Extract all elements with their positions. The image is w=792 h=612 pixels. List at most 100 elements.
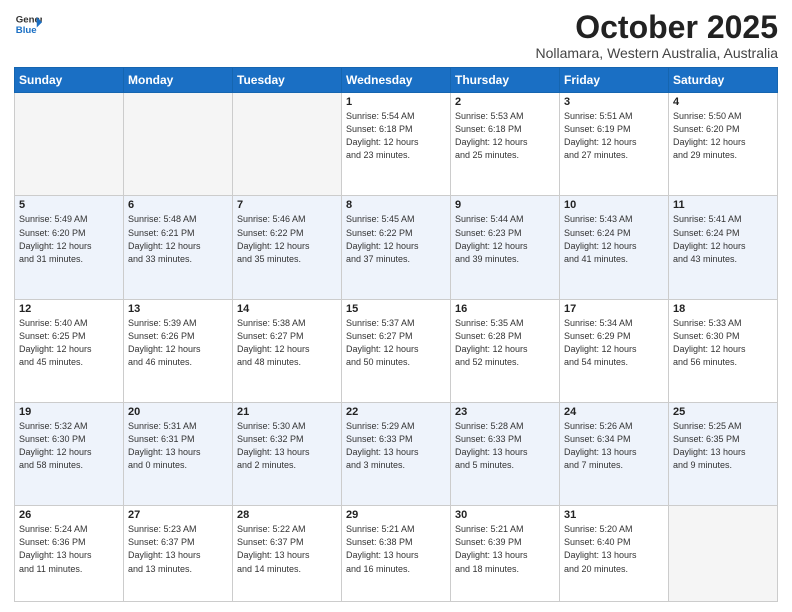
svg-text:Blue: Blue (16, 25, 37, 36)
calendar-table: Sunday Monday Tuesday Wednesday Thursday… (14, 67, 778, 602)
calendar-cell: 8 Sunrise: 5:45 AM Sunset: 6:22 PM Daylig… (342, 196, 451, 299)
calendar-cell: 22Sunrise: 5:29 AM Sunset: 6:33 PM Dayli… (342, 403, 451, 506)
day-number: 1 (346, 96, 446, 108)
calendar-cell: 11 Sunrise: 5:41 AM Sunset: 6:24 PM Dayli… (669, 196, 778, 299)
day-number: 20 (128, 406, 228, 418)
day-info: Sunrise: 5:53 AM Sunset: 6:18 PM Dayligh… (455, 110, 555, 162)
day-number: 23 (455, 406, 555, 418)
col-tuesday: Tuesday (233, 68, 342, 93)
day-info: Sunrise: 5:34 AM Sunset: 6:29 PM Dayligh… (564, 317, 664, 369)
col-saturday: Saturday (669, 68, 778, 93)
day-info: Sunrise: 5:41 AM Sunset: 6:24 PM Dayligh… (673, 213, 773, 265)
calendar-cell: 31 Sunrise: 5:20 AM Sunset: 6:40 PM Dayli… (560, 506, 669, 602)
calendar-cell: 1 Sunrise: 5:54 AM Sunset: 6:18 PM Daylig… (342, 93, 451, 196)
day-info: Sunrise: 5:20 AM Sunset: 6:40 PM Dayligh… (564, 523, 664, 575)
calendar-cell: 19 Sunrise: 5:32 AM Sunset: 6:30 PM Dayli… (15, 403, 124, 506)
day-number: 10 (564, 199, 664, 211)
day-info: Sunrise: 5:28 AM Sunset: 6:33 PM Dayligh… (455, 420, 555, 472)
calendar-week-1: 1 Sunrise: 5:54 AM Sunset: 6:18 PM Daylig… (15, 93, 778, 196)
day-info: Sunrise: 5:37 AM Sunset: 6:27 PM Dayligh… (346, 317, 446, 369)
calendar-cell: 18 Sunrise: 5:33 AM Sunset: 6:30 PM Dayli… (669, 299, 778, 402)
col-friday: Friday (560, 68, 669, 93)
location-title: Nollamara, Western Australia, Australia (535, 45, 778, 61)
day-number: 15 (346, 303, 446, 315)
calendar-cell: 28 Sunrise: 5:22 AM Sunset: 6:37 PM Dayli… (233, 506, 342, 602)
day-number: 5 (19, 199, 119, 211)
day-info: Sunrise: 5:23 AM Sunset: 6:37 PM Dayligh… (128, 523, 228, 575)
calendar-cell: 7Sunrise: 5:46 AM Sunset: 6:22 PM Daylig… (233, 196, 342, 299)
calendar-cell (15, 93, 124, 196)
day-number: 9 (455, 199, 555, 211)
logo-icon: General Blue (14, 10, 42, 38)
col-thursday: Thursday (451, 68, 560, 93)
calendar-cell: 15 Sunrise: 5:37 AM Sunset: 6:27 PM Dayli… (342, 299, 451, 402)
day-info: Sunrise: 5:31 AM Sunset: 6:31 PM Dayligh… (128, 420, 228, 472)
header-right: October 2025 Nollamara, Western Australi… (535, 10, 778, 61)
day-info: Sunrise: 5:24 AM Sunset: 6:36 PM Dayligh… (19, 523, 119, 575)
calendar-cell: 23 Sunrise: 5:28 AM Sunset: 6:33 PM Dayli… (451, 403, 560, 506)
day-info: Sunrise: 5:30 AM Sunset: 6:32 PM Dayligh… (237, 420, 337, 472)
calendar-cell: 3Sunrise: 5:51 AM Sunset: 6:19 PM Daylig… (560, 93, 669, 196)
day-info: Sunrise: 5:44 AM Sunset: 6:23 PM Dayligh… (455, 213, 555, 265)
calendar-cell: 16 Sunrise: 5:35 AM Sunset: 6:28 PM Dayli… (451, 299, 560, 402)
calendar-cell: 6Sunrise: 5:48 AM Sunset: 6:21 PM Daylig… (124, 196, 233, 299)
day-info: Sunrise: 5:40 AM Sunset: 6:25 PM Dayligh… (19, 317, 119, 369)
day-info: Sunrise: 5:54 AM Sunset: 6:18 PM Dayligh… (346, 110, 446, 162)
col-monday: Monday (124, 68, 233, 93)
day-info: Sunrise: 5:49 AM Sunset: 6:20 PM Dayligh… (19, 213, 119, 265)
header-row: Sunday Monday Tuesday Wednesday Thursday… (15, 68, 778, 93)
day-number: 18 (673, 303, 773, 315)
calendar-cell: 17 Sunrise: 5:34 AM Sunset: 6:29 PM Dayli… (560, 299, 669, 402)
day-number: 11 (673, 199, 773, 211)
day-number: 21 (237, 406, 337, 418)
calendar-cell: 12 Sunrise: 5:40 AM Sunset: 6:25 PM Dayli… (15, 299, 124, 402)
calendar-cell (124, 93, 233, 196)
day-info: Sunrise: 5:25 AM Sunset: 6:35 PM Dayligh… (673, 420, 773, 472)
calendar-cell: 27Sunrise: 5:23 AM Sunset: 6:37 PM Dayli… (124, 506, 233, 602)
calendar-week-5: 26 Sunrise: 5:24 AM Sunset: 6:36 PM Dayli… (15, 506, 778, 602)
day-number: 2 (455, 96, 555, 108)
day-info: Sunrise: 5:43 AM Sunset: 6:24 PM Dayligh… (564, 213, 664, 265)
day-info: Sunrise: 5:38 AM Sunset: 6:27 PM Dayligh… (237, 317, 337, 369)
calendar-week-3: 12 Sunrise: 5:40 AM Sunset: 6:25 PM Dayli… (15, 299, 778, 402)
day-info: Sunrise: 5:32 AM Sunset: 6:30 PM Dayligh… (19, 420, 119, 472)
page: General Blue October 2025 Nollamara, Wes… (0, 0, 792, 612)
calendar-cell: 10 Sunrise: 5:43 AM Sunset: 6:24 PM Dayli… (560, 196, 669, 299)
day-number: 7 (237, 199, 337, 211)
day-info: Sunrise: 5:22 AM Sunset: 6:37 PM Dayligh… (237, 523, 337, 575)
day-info: Sunrise: 5:48 AM Sunset: 6:21 PM Dayligh… (128, 213, 228, 265)
day-info: Sunrise: 5:51 AM Sunset: 6:19 PM Dayligh… (564, 110, 664, 162)
day-number: 14 (237, 303, 337, 315)
col-sunday: Sunday (15, 68, 124, 93)
day-number: 25 (673, 406, 773, 418)
calendar-cell: 14 Sunrise: 5:38 AM Sunset: 6:27 PM Dayli… (233, 299, 342, 402)
day-number: 4 (673, 96, 773, 108)
calendar-cell: 4 Sunrise: 5:50 AM Sunset: 6:20 PM Daylig… (669, 93, 778, 196)
day-number: 17 (564, 303, 664, 315)
day-number: 30 (455, 509, 555, 521)
calendar-cell (669, 506, 778, 602)
day-number: 12 (19, 303, 119, 315)
calendar-cell: 13Sunrise: 5:39 AM Sunset: 6:26 PM Dayli… (124, 299, 233, 402)
calendar-cell: 21 Sunrise: 5:30 AM Sunset: 6:32 PM Dayli… (233, 403, 342, 506)
day-info: Sunrise: 5:50 AM Sunset: 6:20 PM Dayligh… (673, 110, 773, 162)
calendar-cell: 26 Sunrise: 5:24 AM Sunset: 6:36 PM Dayli… (15, 506, 124, 602)
calendar-cell: 29Sunrise: 5:21 AM Sunset: 6:38 PM Dayli… (342, 506, 451, 602)
calendar-cell: 25 Sunrise: 5:25 AM Sunset: 6:35 PM Dayli… (669, 403, 778, 506)
day-number: 31 (564, 509, 664, 521)
day-info: Sunrise: 5:45 AM Sunset: 6:22 PM Dayligh… (346, 213, 446, 265)
day-number: 8 (346, 199, 446, 211)
calendar-cell: 30Sunrise: 5:21 AM Sunset: 6:39 PM Dayli… (451, 506, 560, 602)
day-number: 19 (19, 406, 119, 418)
calendar-week-4: 19 Sunrise: 5:32 AM Sunset: 6:30 PM Dayli… (15, 403, 778, 506)
day-number: 16 (455, 303, 555, 315)
calendar-cell: 2 Sunrise: 5:53 AM Sunset: 6:18 PM Daylig… (451, 93, 560, 196)
day-number: 28 (237, 509, 337, 521)
day-number: 24 (564, 406, 664, 418)
day-info: Sunrise: 5:29 AM Sunset: 6:33 PM Dayligh… (346, 420, 446, 472)
calendar-cell: 9 Sunrise: 5:44 AM Sunset: 6:23 PM Daylig… (451, 196, 560, 299)
month-title: October 2025 (535, 10, 778, 45)
day-number: 26 (19, 509, 119, 521)
day-info: Sunrise: 5:33 AM Sunset: 6:30 PM Dayligh… (673, 317, 773, 369)
day-info: Sunrise: 5:35 AM Sunset: 6:28 PM Dayligh… (455, 317, 555, 369)
